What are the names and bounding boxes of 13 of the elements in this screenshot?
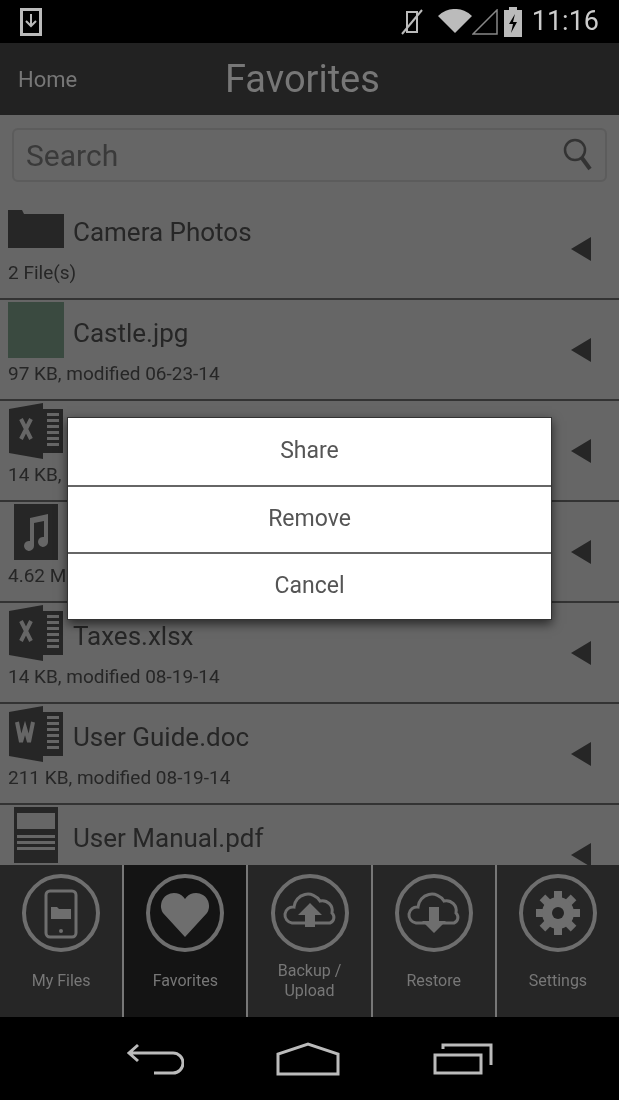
file-details: 4.62 M xyxy=(8,563,67,589)
file-details: 14 KB, modified 08-19-14 xyxy=(8,664,220,690)
file-name: Camera Photos xyxy=(73,218,252,246)
file-name: Taxes.xlsx xyxy=(73,622,194,650)
page-title: Favorites xyxy=(225,57,380,101)
file-details: 14 KB, xyxy=(8,462,62,488)
clock-time: 11:16 xyxy=(531,4,599,40)
file-name: User Guide.doc xyxy=(73,723,250,751)
file-details: 2 File(s) xyxy=(8,260,77,286)
file-details: 97 KB, modified 06-23-14 xyxy=(8,361,220,387)
file-name: User Manual.pdf xyxy=(73,824,264,852)
file-name: Castle.jpg xyxy=(73,319,189,347)
file-details: 211 KB, modified 08-19-14 xyxy=(8,765,231,791)
